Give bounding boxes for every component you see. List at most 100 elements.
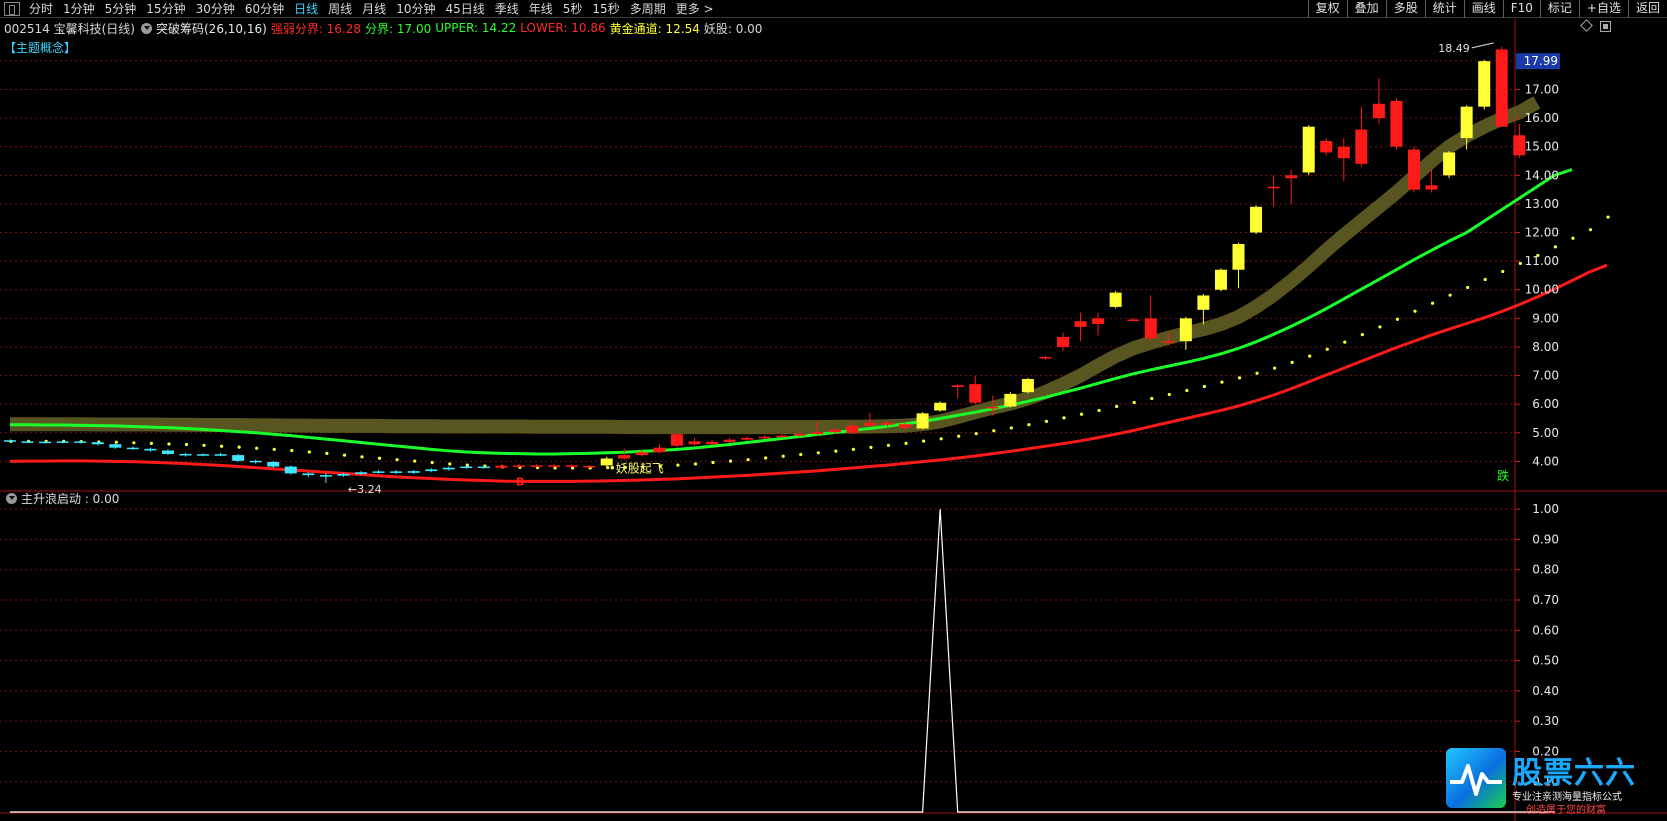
strong-weak-value: 强弱分界: 16.28: [270, 21, 362, 36]
golden-channel-dot: [1571, 236, 1575, 240]
stock-title: 002514 宝馨科技(日线): [4, 21, 135, 36]
candle-body: [1337, 146, 1350, 159]
golden-channel-dot: [676, 463, 680, 467]
candle-body: [1039, 356, 1052, 359]
candle-body: [355, 472, 367, 474]
candle-body: [512, 465, 525, 467]
golden-channel-dot: [1220, 380, 1224, 384]
candle-body: [1109, 292, 1122, 307]
golden-channel-dot: [307, 450, 311, 454]
candle-body: [1513, 135, 1526, 156]
candle-body: [232, 455, 245, 461]
golden-channel-dot: [781, 454, 785, 458]
sub-tick-label: 0.70: [1532, 593, 1559, 607]
golden-channel-dot: [1606, 215, 1610, 219]
price-tick-label: 9.00: [1532, 311, 1559, 325]
golden-channel-dot: [448, 462, 452, 466]
golden-channel-dot: [1378, 325, 1382, 329]
candle-body: [1355, 129, 1368, 164]
golden-channel-dot: [1167, 392, 1171, 397]
price-tick-label: 7.00: [1532, 369, 1559, 383]
sub-tick-label: 0.80: [1532, 563, 1559, 577]
candle-body: [706, 441, 718, 445]
candle-body: [1267, 186, 1280, 189]
candle-body: [811, 432, 824, 434]
price-tick-label: 12.00: [1525, 226, 1559, 240]
golden-channel-dot: [711, 460, 715, 465]
candle-body: [1232, 243, 1245, 270]
candle-body: [530, 465, 543, 467]
golden-channel-dot: [834, 449, 838, 453]
golden-channel-dot: [1097, 408, 1101, 413]
candle-body: [1092, 318, 1105, 325]
golden-channel-dot: [1308, 354, 1312, 358]
candle-body: [969, 384, 982, 403]
golden-channel-dot: [1413, 309, 1417, 313]
candle-body: [934, 402, 947, 411]
sub-tick-label: 1.00: [1532, 502, 1559, 516]
sub-tick-label: 0.60: [1532, 623, 1559, 637]
candle-body: [548, 465, 561, 467]
indicator-info-line: 002514 宝馨科技(日线) 突破筹码(26,10,16) 强弱分界: 16.…: [4, 20, 766, 36]
upper-line: [10, 168, 1573, 456]
candle-body: [74, 441, 87, 443]
candle-body: [21, 441, 34, 443]
divider-value: 分界: 17.00: [365, 21, 432, 36]
indicator-dropdown-icon[interactable]: [141, 22, 152, 34]
candle-body: [179, 453, 192, 456]
candle-body: [1144, 318, 1157, 339]
last-price-label: 17.99: [1524, 54, 1558, 68]
sub-indicator-label[interactable]: 主升浪启动 : 0.00: [21, 490, 119, 507]
golden-channel-dot: [377, 456, 382, 460]
golden-channel-dot: [1027, 423, 1031, 427]
golden-channel-dot: [360, 455, 364, 459]
golden-channel-dot: [957, 434, 961, 438]
candle-body: [618, 455, 631, 459]
price-tick-label: 16.00: [1525, 111, 1559, 125]
price-tick-label: 6.00: [1532, 397, 1559, 411]
golden-channel-dot: [395, 458, 399, 462]
candle-body: [1443, 152, 1456, 176]
sub-tick-label: 0.50: [1532, 654, 1559, 668]
candle-body: [4, 440, 16, 442]
candle-body: [1425, 185, 1438, 190]
candle-body: [1214, 269, 1227, 290]
price-tick-label: 5.00: [1532, 426, 1559, 440]
buy-marker: B: [516, 475, 524, 488]
maximize-window-icon[interactable]: [1600, 21, 1611, 32]
golden-channel-dot: [869, 445, 873, 449]
golden-channel-dot: [1079, 412, 1084, 416]
candle-body: [688, 441, 701, 445]
candle-body: [1021, 379, 1034, 393]
golden-channel-dot: [799, 452, 803, 457]
golden-channel-dot: [746, 458, 750, 462]
candle-body: [1179, 318, 1192, 342]
candle-body: [1285, 175, 1298, 179]
golden-channel-dot: [1115, 404, 1119, 409]
golden-channel-dot: [1255, 371, 1259, 375]
candle-body: [337, 473, 350, 476]
golden-channel-dot: [1483, 277, 1487, 282]
indicator-name[interactable]: 突破筹码(26,10,16): [156, 20, 267, 37]
candle-body: [583, 465, 596, 468]
golden-channel-dot: [255, 446, 259, 450]
candle-body: [846, 425, 859, 433]
golden-channel-dot: [1553, 245, 1557, 249]
golden-channel-dot: [1185, 388, 1189, 393]
candle-body: [39, 441, 52, 444]
price-tick-label: 10.00: [1525, 283, 1559, 297]
main-price-chart[interactable]: 18.49 ←3.24 •妖股起飞 B 跌 4.00 5.00 6.00 7.00 8.00 9.…: [0, 0, 1667, 821]
candle-body: [1320, 140, 1333, 153]
sub-indicator-dropdown-icon[interactable]: [6, 492, 17, 504]
golden-channel-dot: [1044, 419, 1049, 423]
golden-channel-dot: [974, 432, 978, 436]
golden-channel-dot: [816, 451, 820, 455]
candle-body: [881, 422, 894, 425]
golden-channel-dot: [1150, 396, 1154, 401]
topic-concept-tag[interactable]: 【主题概念】: [4, 39, 76, 56]
golden-channel-dot: [413, 459, 417, 463]
candle-body: [1057, 336, 1069, 347]
candle-body: [863, 422, 876, 426]
candle-body: [1197, 295, 1210, 310]
golden-channel-dot: [1237, 376, 1242, 380]
